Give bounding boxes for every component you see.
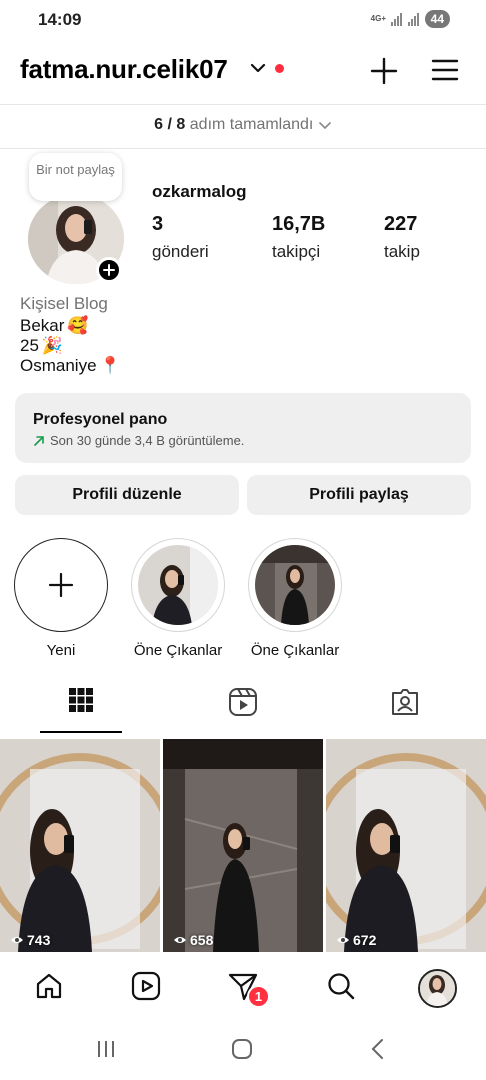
add-story-button[interactable] [96,257,122,283]
stat-label: gönderi [152,242,209,261]
notification-dot [275,64,284,73]
signal-icon [390,12,402,26]
highlight-new[interactable]: Yeni [13,538,109,659]
highlight-item[interactable]: Öne Çıkanlar [247,538,343,659]
back-icon[interactable] [370,1038,386,1060]
stat-following[interactable]: 227 takip [384,213,420,262]
highlight-ring [131,538,225,632]
profile-avatar[interactable] [418,969,457,1008]
highlight-ring [14,538,108,632]
tab-tagged[interactable] [324,687,486,727]
username-switcher[interactable]: fatma.nur.celik07 [20,54,228,85]
divider [0,104,486,105]
signal-icon-2 [407,12,419,26]
message-badge: 1 [247,985,270,1008]
recent-apps-icon[interactable] [96,1039,116,1059]
highlight-item[interactable]: Öne Çıkanlar [130,538,226,659]
post-thumbnail [0,739,160,952]
bottom-navigation: 1 [0,955,486,1025]
trend-up-icon [34,435,44,446]
post-tile[interactable]: 658 [163,739,323,952]
home-button-icon[interactable] [231,1038,253,1060]
plus-icon [48,572,74,598]
battery-indicator: 44 [424,10,450,28]
view-count: 743 [10,932,50,948]
tagged-icon [392,689,418,715]
bio-emoji: 🥰 [67,316,89,335]
dashboard-title: Profesyonel pano [33,411,168,428]
stat-posts[interactable]: 3 gönderi [152,213,209,262]
highlight-cover [138,545,218,625]
progress-count: 6 / 8 [154,116,186,133]
view-count-text: 743 [27,932,51,948]
highlight-cover [255,545,335,625]
status-icons: 4G+ 44 [371,10,450,28]
system-navigation [0,1025,486,1080]
chevron-down-icon [319,121,331,129]
bio-emoji: 🎉 [41,336,64,355]
view-count: 672 [336,932,376,948]
status-time: 14:09 [38,10,82,29]
eye-icon [11,937,23,943]
create-plus-icon[interactable] [369,56,399,86]
bio-line: Osmaniye 📍 [20,356,121,376]
edit-profile-button[interactable]: Profili düzenle [15,475,239,515]
search-icon[interactable] [326,971,356,1001]
profile-header: fatma.nur.celik07 [0,48,486,92]
tab-reels[interactable] [162,687,324,727]
tab-grid[interactable] [0,687,162,727]
grid-icon [69,688,93,712]
view-count-text: 672 [353,932,377,948]
status-bar: 14:09 4G+ 44 [0,0,486,40]
highlight-ring [248,538,342,632]
eye-icon [337,937,349,943]
stat-label: takip [384,242,420,261]
home-icon[interactable] [34,971,64,1001]
professional-dashboard[interactable]: Profesyonel pano Son 30 günde 3,4 B görü… [15,393,471,463]
view-count-text: 658 [190,932,214,948]
view-count: 658 [173,932,213,948]
stat-label: takipçi [272,242,321,261]
eye-icon [174,937,186,943]
bio-category: Kişisel Blog [20,294,108,313]
dashboard-subtitle-text: Son 30 günde 3,4 B görüntüleme. [50,433,245,448]
network-type-label: 4G+ [370,14,386,23]
progress-label: adım tamamlandı [189,116,314,133]
active-tab-indicator [40,731,122,733]
share-profile-button[interactable]: Profili paylaş [247,475,471,515]
divider [0,148,486,149]
reels-icon [229,688,257,716]
bio-line: 25 🎉 [20,336,63,356]
post-thumbnail [163,739,323,952]
profile-progress[interactable]: 6 / 8 adım tamamlandı [0,116,486,134]
stat-followers[interactable]: 16,7B takipçi [272,213,325,262]
stat-value: 3 [152,213,164,235]
highlight-label: Öne Çıkanlar [250,642,340,659]
bio-text: Bekar [20,316,65,335]
stat-value: 227 [384,213,418,235]
highlight-label: Yeni [46,642,76,659]
bio-emoji: 📍 [99,356,121,375]
note-bubble[interactable]: Bir not paylaş [29,153,122,201]
post-thumbnail [326,739,486,952]
dashboard-subtitle: Son 30 günde 3,4 B görüntüleme. [33,433,244,448]
stat-value: 16,7B [272,213,326,235]
plus-icon [103,264,115,276]
chevron-down-icon[interactable] [250,62,266,74]
reels-icon[interactable] [131,971,161,1001]
bio-text: Osmaniye [20,356,97,375]
post-tile[interactable]: 743 [0,739,160,952]
bio-text: 25 [20,336,39,355]
post-tile[interactable]: 672 [326,739,486,952]
profile-name: ozkarmalog [152,182,247,201]
highlight-label: Öne Çıkanlar [133,642,223,659]
bio-line: Bekar 🥰 [20,316,89,336]
menu-icon[interactable] [431,56,459,84]
